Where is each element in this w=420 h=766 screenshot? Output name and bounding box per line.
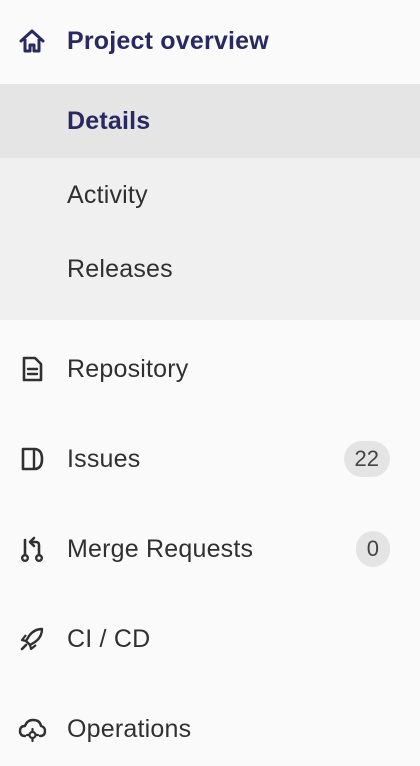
document-icon [17, 354, 47, 384]
project-overview-submenu: Details Activity Releases [0, 84, 420, 320]
sidebar-item-operations[interactable]: Operations [0, 698, 420, 760]
sidebar-item-merge-requests[interactable]: Merge Requests 0 [0, 518, 420, 580]
sidebar-item-ci-cd[interactable]: CI / CD [0, 608, 420, 670]
sidebar-item-label: Project overview [67, 26, 269, 55]
sidebar-subitem-releases[interactable]: Releases [0, 232, 420, 306]
sidebar-item-label: CI / CD [67, 624, 151, 653]
sidebar-subitem-details[interactable]: Details [0, 84, 420, 158]
sidebar-subitem-label: Details [67, 106, 151, 135]
sidebar-item-repository[interactable]: Repository [0, 338, 420, 400]
sidebar-item-label: Issues [67, 444, 141, 473]
home-icon [17, 26, 47, 56]
sidebar-item-project-overview[interactable]: Project overview [0, 10, 420, 72]
project-sidebar: Project overview Details Activity Releas… [0, 0, 420, 766]
sidebar-subitem-activity[interactable]: Activity [0, 158, 420, 232]
sidebar-subitem-label: Activity [67, 180, 148, 209]
sidebar-subitem-label: Releases [67, 254, 173, 283]
sidebar-item-label: Repository [67, 354, 189, 383]
issues-count-badge: 22 [343, 441, 390, 477]
rocket-icon [17, 624, 47, 654]
sidebar-item-label: Operations [67, 714, 192, 743]
issues-icon [17, 444, 47, 474]
sidebar-item-label: Merge Requests [67, 534, 254, 563]
sidebar-item-issues[interactable]: Issues 22 [0, 428, 420, 490]
merge-requests-count-badge: 0 [355, 531, 390, 567]
cloud-gear-icon [17, 714, 47, 744]
merge-request-icon [17, 534, 47, 564]
